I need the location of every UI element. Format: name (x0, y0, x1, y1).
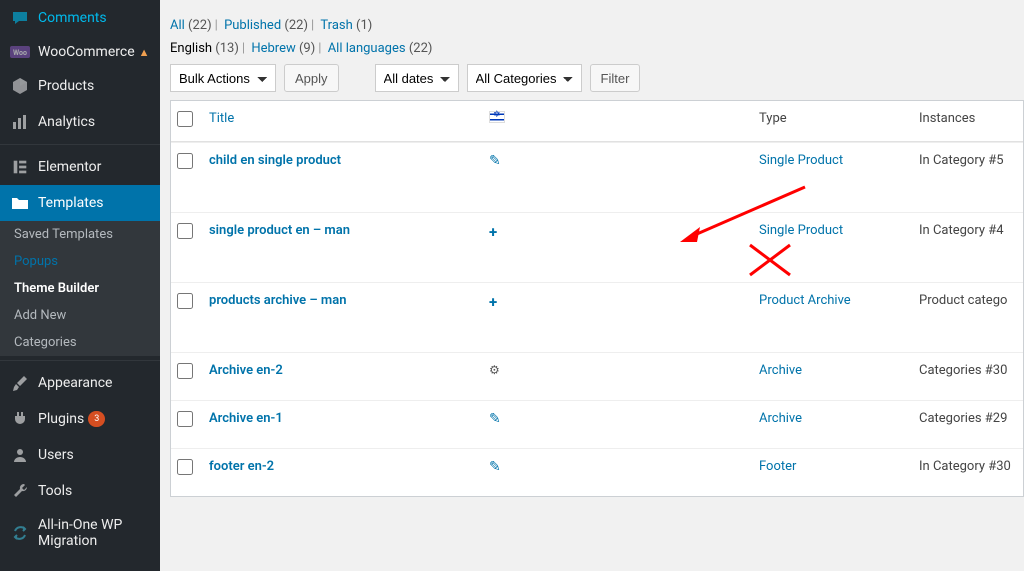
row-type-link[interactable]: Archive (759, 411, 802, 426)
filter-published[interactable]: Published (22) (224, 18, 308, 33)
gear-icon[interactable]: ⚙ (489, 363, 500, 377)
row-title-link[interactable]: Archive en-2 (209, 363, 283, 378)
sidebar-item-analytics[interactable]: Analytics (0, 104, 160, 140)
table-row: single product en – man + Single Product In… (171, 212, 1023, 282)
row-type-link[interactable]: Product Archive (759, 293, 851, 308)
warning-icon: ▲ (139, 46, 150, 59)
sidebar-label: All-in-One WP Migration (38, 517, 152, 549)
table-row: products archive – man + Product Archive Pr… (171, 282, 1023, 352)
submenu-theme-builder[interactable]: Theme Builder (0, 275, 160, 302)
comment-icon (10, 8, 30, 28)
admin-sidebar: Comments Woo WooCommerce ▲ Products Anal… (0, 0, 160, 571)
folder-icon (10, 193, 30, 213)
row-instances: In Category #5 (909, 142, 1023, 212)
submenu-popups[interactable]: Popups (0, 248, 160, 275)
main-content: All (22)| Published (22)| Trash (1) Engl… (160, 0, 1024, 571)
filter-hebrew[interactable]: Hebrew (9) (251, 41, 315, 56)
sidebar-item-users[interactable]: Users (0, 437, 160, 473)
apply-button[interactable]: Apply (284, 64, 339, 92)
column-title[interactable]: Title (209, 111, 234, 126)
column-type: Type (749, 101, 909, 142)
plus-icon[interactable]: + (489, 293, 497, 311)
row-checkbox[interactable] (177, 223, 193, 239)
row-checkbox[interactable] (177, 411, 193, 427)
table-row: footer en-2 ✎ Footer In Category #30 (171, 448, 1023, 496)
row-instances: Categories #29 (909, 400, 1023, 448)
submenu-add-new[interactable]: Add New (0, 302, 160, 329)
chart-icon (10, 112, 30, 132)
pencil-icon[interactable]: ✎ (489, 411, 501, 427)
language-filter: English (13)| Hebrew (9)| All languages … (170, 41, 1024, 56)
select-all-checkbox[interactable] (177, 111, 193, 127)
sidebar-item-plugins[interactable]: Plugins 3 (0, 401, 160, 437)
wrench-icon (10, 481, 30, 501)
table-row: child en single product ✎ Single Product In… (171, 142, 1023, 212)
sidebar-label: Tools (38, 483, 72, 499)
categories-select[interactable]: All Categories (467, 64, 582, 92)
box-icon (10, 76, 30, 96)
cycle-icon (10, 523, 30, 543)
sidebar-item-comments[interactable]: Comments (0, 0, 160, 36)
row-type-link[interactable]: Single Product (759, 223, 843, 238)
submenu-saved-templates[interactable]: Saved Templates (0, 221, 160, 248)
table-row: Archive en-1 ✎ Archive Categories #29 (171, 400, 1023, 448)
sidebar-label: Appearance (38, 375, 112, 391)
tablenav-top: Bulk Actions Apply All dates All Categor… (170, 64, 1024, 92)
sidebar-label: WooCommerce (38, 44, 135, 60)
row-title-link[interactable]: child en single product (209, 153, 341, 168)
table-row: Archive en-2 ⚙ Archive Categories #30 (171, 352, 1023, 400)
column-instances: Instances (909, 101, 1023, 142)
row-checkbox[interactable] (177, 363, 193, 379)
user-icon (10, 445, 30, 465)
sidebar-item-templates[interactable]: Templates (0, 185, 160, 221)
sidebar-item-products[interactable]: Products (0, 68, 160, 104)
sidebar-label: Products (38, 78, 94, 94)
row-checkbox[interactable] (177, 459, 193, 475)
sidebar-label: Analytics (38, 114, 95, 130)
plus-icon[interactable]: + (489, 223, 497, 241)
row-instances: Categories #30 (909, 352, 1023, 400)
dates-select[interactable]: All dates (375, 64, 459, 92)
sidebar-label: Comments (38, 10, 107, 26)
sidebar-item-migration[interactable]: All-in-One WP Migration (0, 509, 160, 557)
row-checkbox[interactable] (177, 293, 193, 309)
row-title-link[interactable]: single product en – man (209, 223, 350, 238)
filter-all-languages[interactable]: All languages (22) (328, 41, 433, 56)
elementor-icon (10, 157, 30, 177)
status-filter: All (22)| Published (22)| Trash (1) (170, 18, 1024, 33)
row-type-link[interactable]: Single Product (759, 153, 843, 168)
row-instances: In Category #4 (909, 212, 1023, 282)
plug-icon (10, 409, 30, 429)
sidebar-label: Plugins (38, 411, 84, 427)
sidebar-label: Elementor (38, 159, 101, 175)
bulk-actions-select[interactable]: Bulk Actions (170, 64, 276, 92)
row-instances: Product catego (909, 282, 1023, 352)
filter-trash[interactable]: Trash (1) (320, 18, 372, 33)
sidebar-label: Users (38, 447, 74, 463)
submenu-categories[interactable]: Categories (0, 329, 160, 356)
row-type-link[interactable]: Archive (759, 363, 802, 378)
sidebar-label: Templates (38, 195, 104, 211)
woo-icon: Woo (10, 46, 30, 58)
row-title-link[interactable]: footer en-2 (209, 459, 274, 474)
row-checkbox[interactable] (177, 153, 193, 169)
sidebar-item-woocommerce[interactable]: Woo WooCommerce ▲ (0, 36, 160, 68)
flag-israel-icon (489, 111, 505, 123)
sidebar-item-tools[interactable]: Tools (0, 473, 160, 509)
pencil-icon[interactable]: ✎ (489, 459, 501, 475)
update-badge: 3 (88, 411, 105, 427)
filter-all[interactable]: All (22) (170, 18, 212, 33)
row-title-link[interactable]: Archive en-1 (209, 411, 283, 426)
brush-icon (10, 373, 30, 393)
pencil-icon[interactable]: ✎ (489, 153, 501, 169)
sidebar-item-elementor[interactable]: Elementor (0, 149, 160, 185)
row-instances: In Category #30 (909, 448, 1023, 496)
filter-english[interactable]: English (13) (170, 41, 239, 56)
filter-button[interactable]: Filter (590, 64, 641, 92)
row-type-link[interactable]: Footer (759, 459, 796, 474)
row-title-link[interactable]: products archive – man (209, 293, 346, 308)
sidebar-item-appearance[interactable]: Appearance (0, 365, 160, 401)
templates-table: Title Type Instances child en single pro… (170, 100, 1024, 497)
